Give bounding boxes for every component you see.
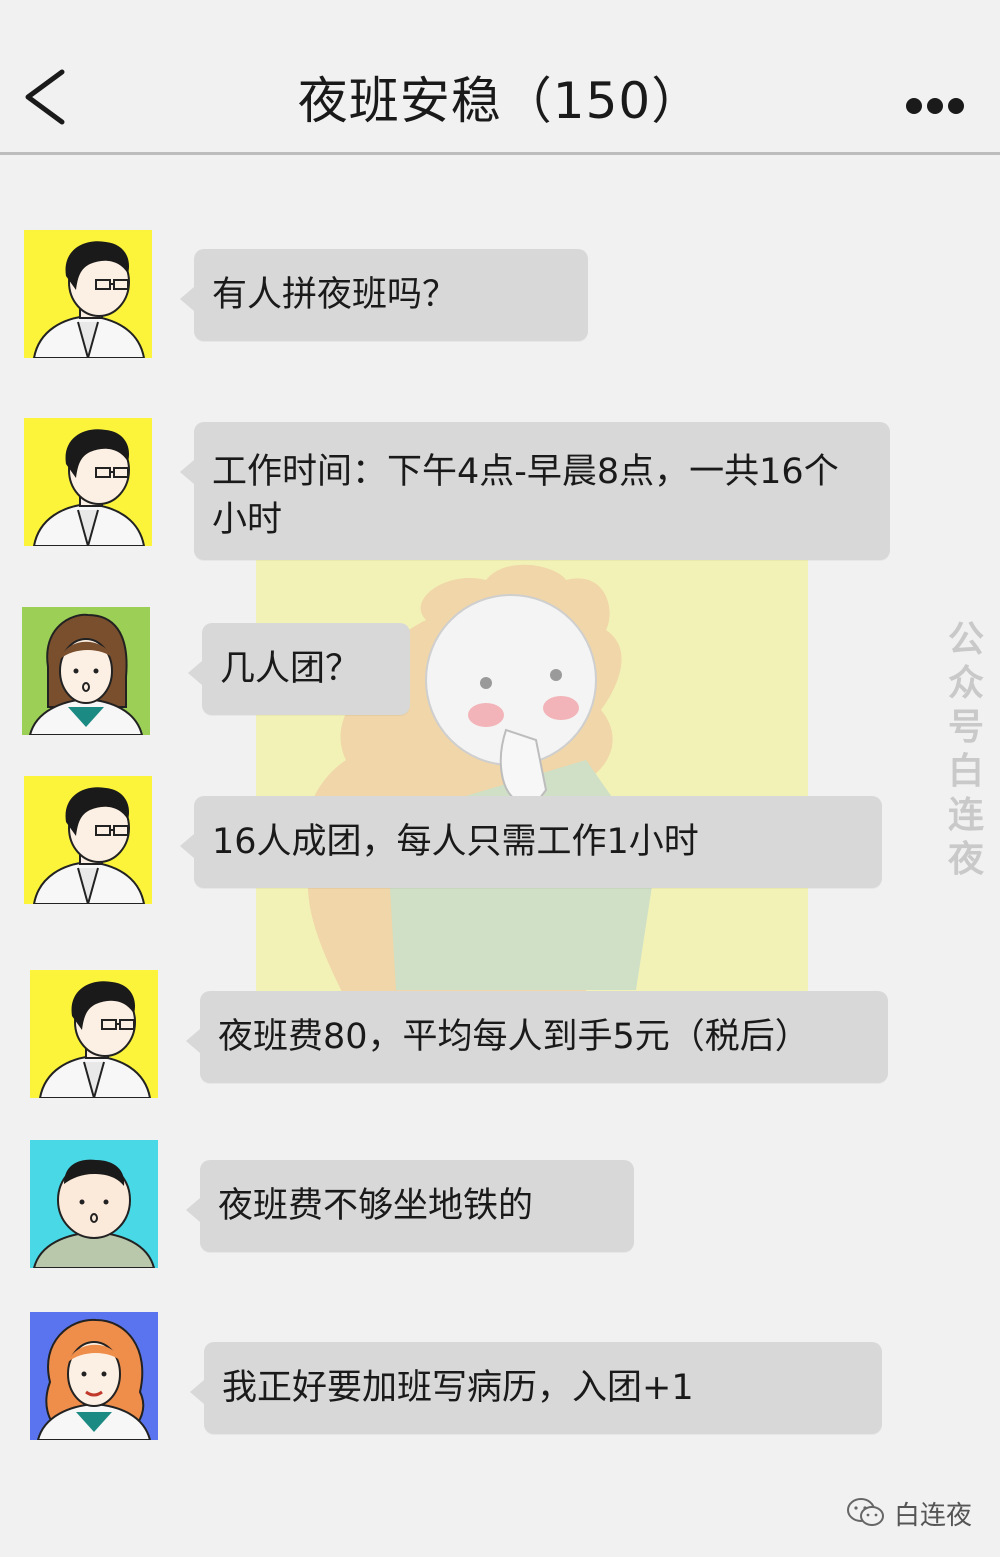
message-text: 夜班费80，平均每人到手5元（税后）: [218, 1017, 810, 1057]
avatar[interactable]: [24, 418, 152, 546]
avatar[interactable]: [30, 1312, 158, 1440]
wechat-icon: [847, 1498, 884, 1526]
more-options-button[interactable]: [900, 92, 970, 122]
message-bubble[interactable]: 16人成团，每人只需工作1小时: [180, 796, 882, 888]
message-text: 工作时间：下午4点-早晨8点，一共16个小时: [212, 452, 839, 540]
message-text: 夜班费不够坐地铁的: [218, 1186, 534, 1226]
chat-title: 夜班安稳（150）: [297, 72, 703, 130]
doctor-avatar-icon: [24, 418, 152, 546]
message-bubble[interactable]: 工作时间：下午4点-早晨8点，一共16个小时: [180, 422, 890, 560]
message-text: 几人团？: [220, 649, 361, 689]
doctor-avatar-icon: [24, 230, 152, 358]
watermark-bottom: 白连夜: [846, 1493, 972, 1533]
message-bubble[interactable]: 夜班费不够坐地铁的: [186, 1160, 634, 1252]
message-text: 16人成团，每人只需工作1小时: [212, 822, 699, 862]
message-text: 有人拼夜班吗？: [212, 275, 458, 315]
watermark-label: 白连夜: [894, 1500, 973, 1531]
doctor-avatar-icon: [24, 776, 152, 904]
doctor-avatar-icon: [30, 970, 158, 1098]
doctor-avatar-icon: [22, 607, 150, 735]
more-dots-icon: [906, 98, 922, 114]
message-bubble[interactable]: 有人拼夜班吗？: [180, 249, 588, 341]
watermark-vertical: 公 众 号 白 连 夜: [947, 619, 984, 880]
avatar[interactable]: [24, 776, 152, 904]
chat-header: 夜班安稳（150）: [0, 0, 1000, 155]
message-bubble[interactable]: 夜班费80，平均每人到手5元（税后）: [186, 991, 888, 1083]
avatar[interactable]: [24, 230, 152, 358]
doctor-avatar-icon: [30, 1312, 158, 1440]
message-text: 我正好要加班写病历，入团+1: [222, 1368, 694, 1408]
message-bubble[interactable]: 我正好要加班写病历，入团+1: [190, 1342, 882, 1434]
avatar[interactable]: [22, 607, 150, 735]
message-bubble[interactable]: 几人团？: [188, 623, 410, 715]
avatar[interactable]: [30, 1140, 158, 1268]
person-avatar-icon: [30, 1140, 158, 1268]
avatar[interactable]: [30, 970, 158, 1098]
